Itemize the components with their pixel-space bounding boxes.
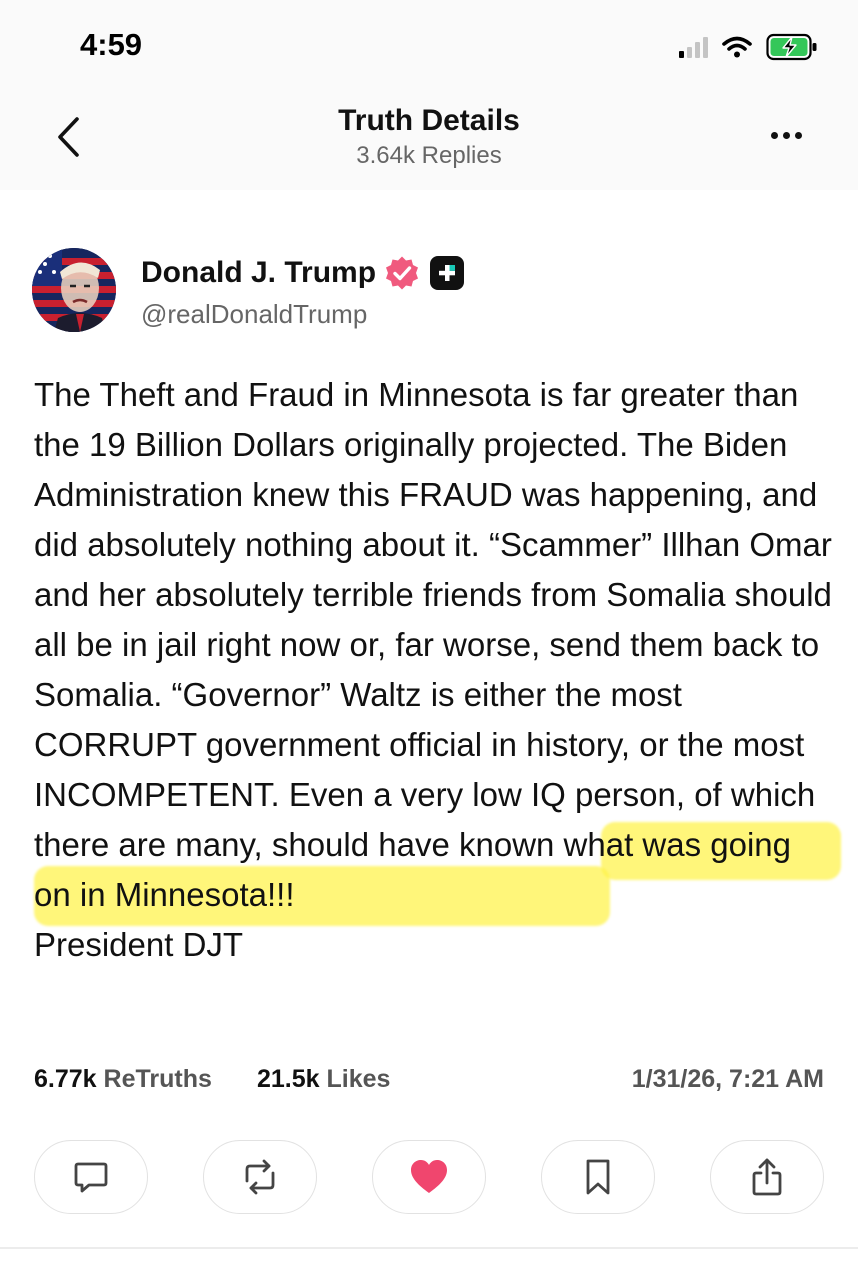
replies-count: 3.64k Replies — [356, 142, 502, 169]
wifi-icon — [722, 36, 752, 58]
repost-icon — [245, 1159, 275, 1195]
post-signature: President DJT — [34, 926, 244, 963]
plus-badge-icon — [430, 256, 465, 290]
likes-count: 21.5k — [257, 1065, 320, 1093]
likes-label: Likes — [326, 1065, 391, 1093]
share-button[interactable] — [710, 1140, 824, 1214]
battery-charging-icon — [766, 33, 817, 61]
comment-icon — [74, 1162, 108, 1193]
ellipsis-icon — [770, 131, 778, 139]
status-bar: 4:59 — [0, 0, 858, 90]
bookmark-icon — [586, 1159, 610, 1195]
navigation-header: Truth Details 3.64k Replies — [0, 90, 858, 190]
post-text-body: The Theft and Fraud in Minnesota is far … — [34, 376, 832, 813]
avatar[interactable] — [32, 248, 116, 332]
likes-stat[interactable]: 21.5k Likes — [257, 1065, 390, 1094]
avatar-image — [32, 248, 116, 332]
bookmark-button[interactable] — [541, 1140, 655, 1214]
post-timestamp: 1/31/26, 7:21 AM — [631, 1065, 824, 1093]
like-button[interactable] — [372, 1140, 486, 1214]
retruths-stat[interactable]: 6.77k ReTruths — [34, 1065, 212, 1094]
status-icons — [679, 32, 818, 62]
author-row: Donald J. Trump — [141, 255, 465, 291]
status-time: 4:59 — [80, 27, 143, 62]
author-name[interactable]: Donald J. Trump — [141, 256, 376, 290]
action-bar — [0, 1140, 858, 1216]
post-stats: 6.77k ReTruths 21.5k Likes 1/31/26, 7:21… — [34, 1065, 824, 1101]
page-title: Truth Details — [338, 104, 520, 137]
retruths-label: ReTruths — [103, 1065, 212, 1093]
divider — [0, 1247, 858, 1249]
heart-icon — [411, 1160, 447, 1193]
cellular-signal-icon — [679, 36, 708, 58]
retruths-count: 6.77k — [34, 1065, 97, 1093]
share-icon — [752, 1158, 782, 1196]
verified-badge-icon — [386, 256, 419, 290]
more-options-button[interactable] — [764, 120, 808, 150]
retruth-button[interactable] — [203, 1140, 317, 1214]
post-text: The Theft and Fraud in Minnesota is far … — [34, 370, 834, 970]
reply-button[interactable] — [34, 1140, 148, 1214]
author-handle[interactable]: @realDonaldTrump — [141, 299, 367, 330]
